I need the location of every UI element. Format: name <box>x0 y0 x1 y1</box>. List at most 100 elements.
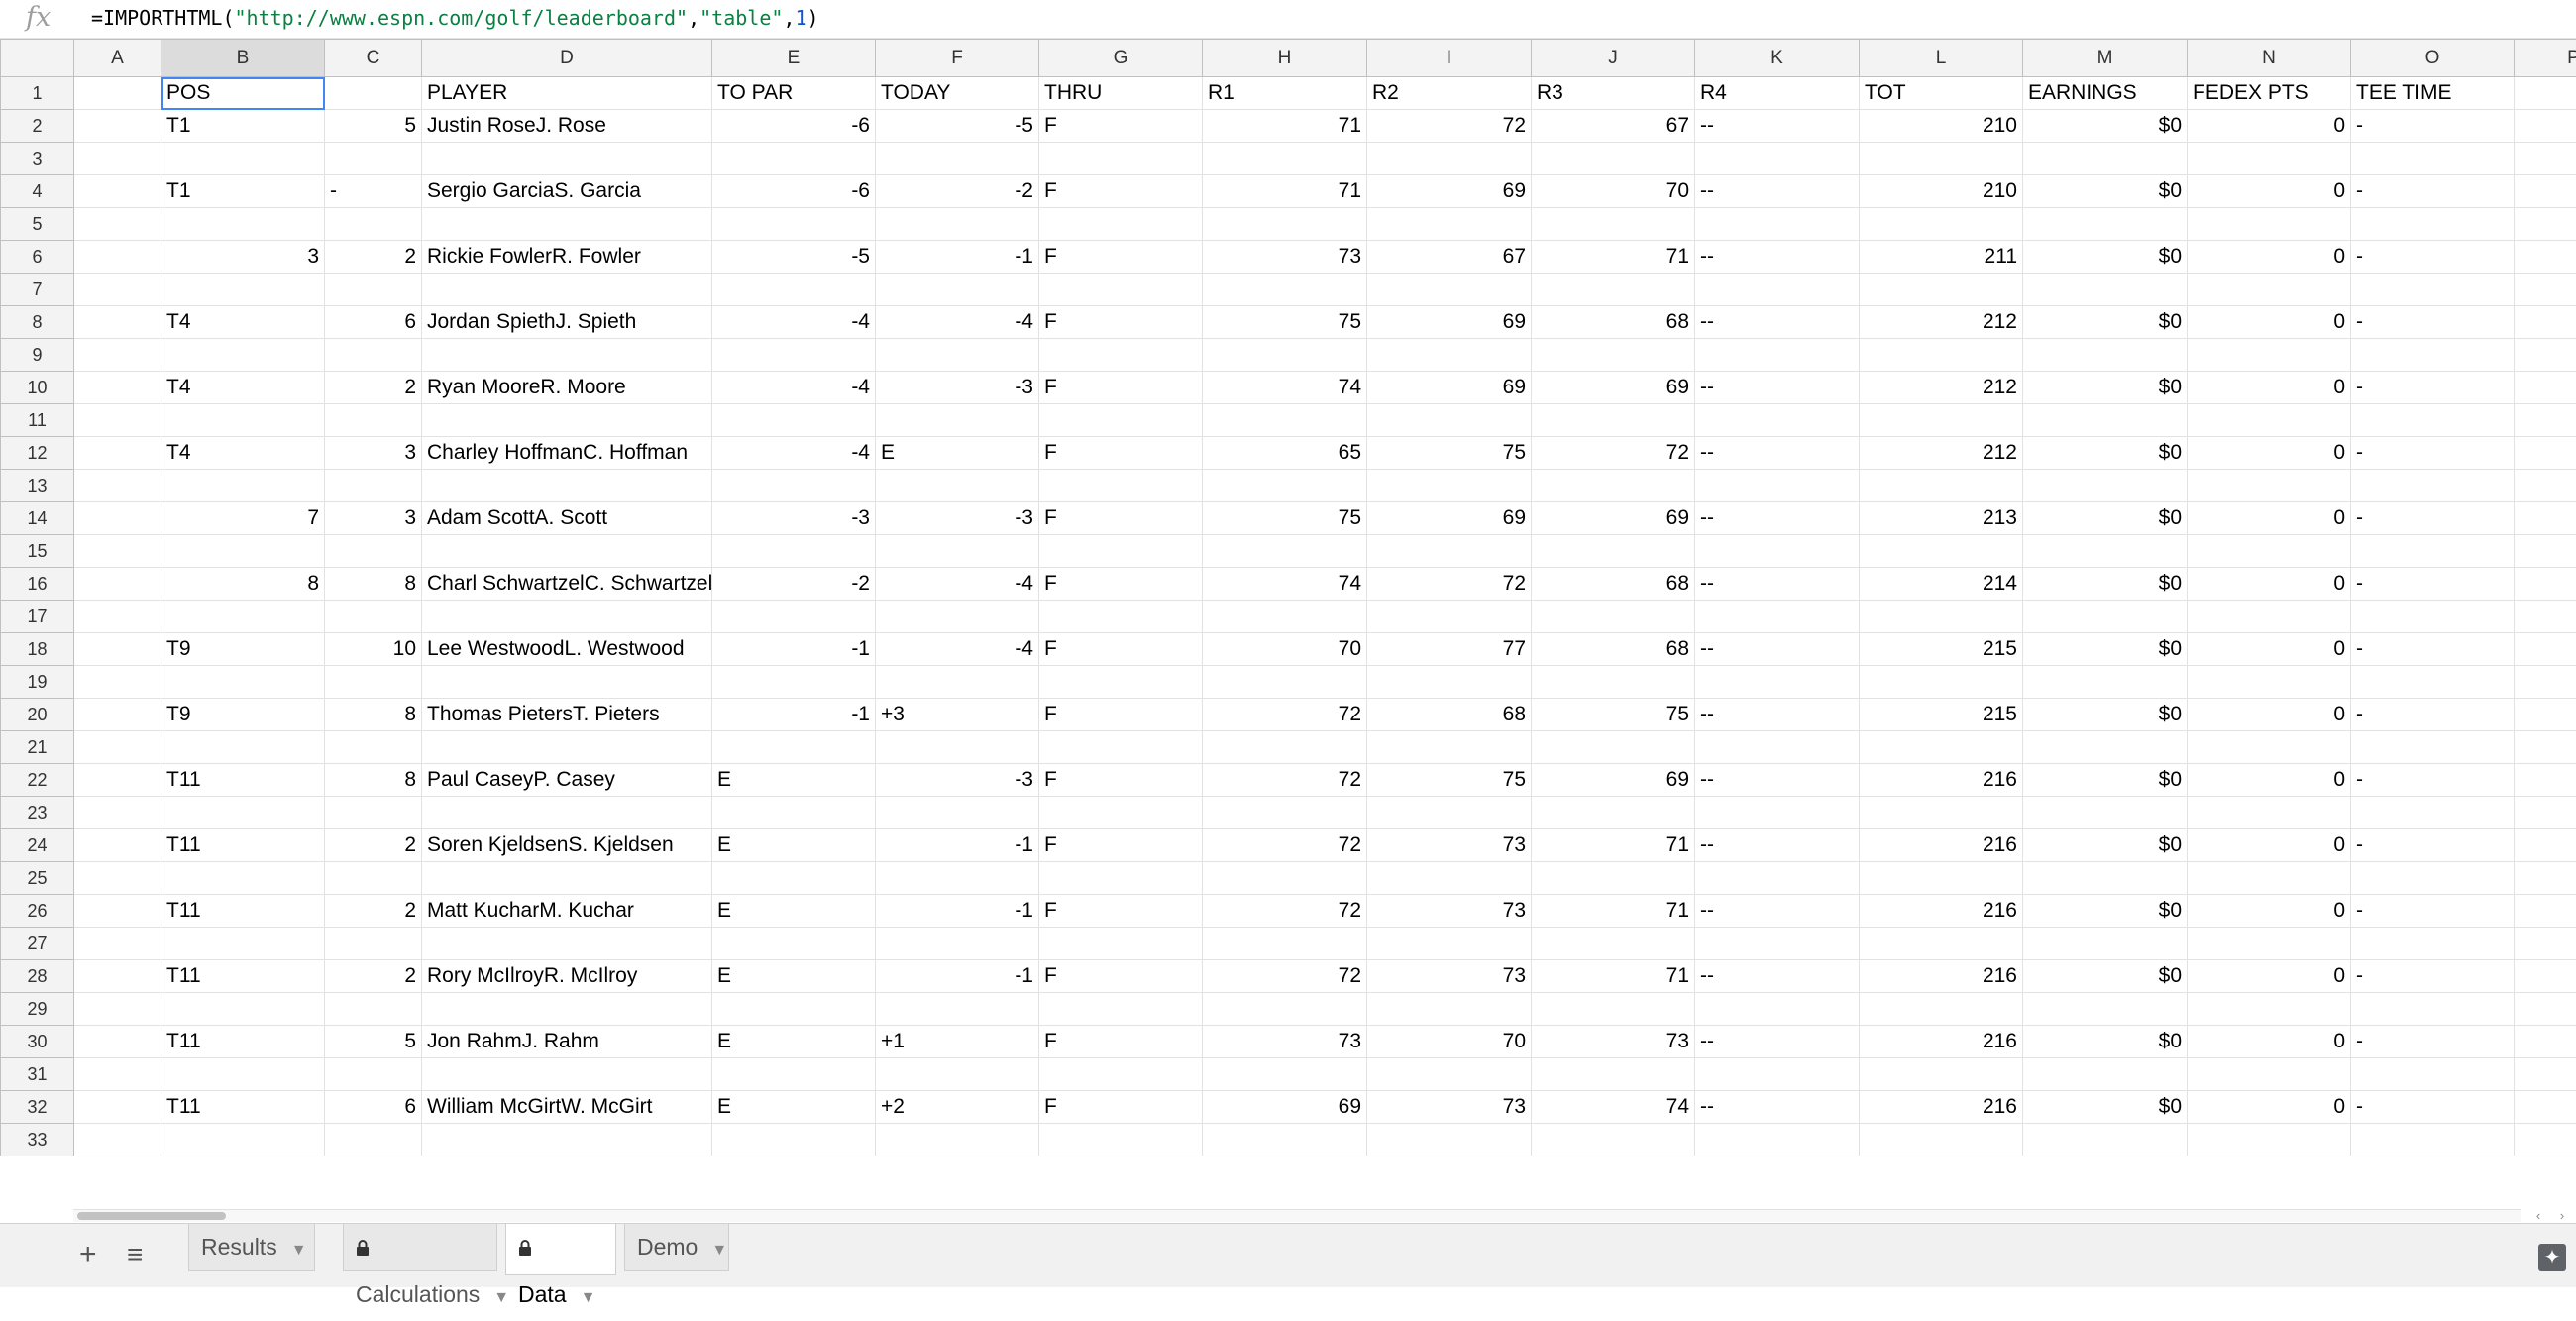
cell[interactable] <box>1039 470 1203 502</box>
cell[interactable] <box>325 404 422 437</box>
cell-earn[interactable]: $0 <box>2023 568 2188 601</box>
list-icon[interactable]: ≡ <box>127 1240 143 1269</box>
cell[interactable] <box>1367 731 1532 764</box>
cell-fedex[interactable]: 0 <box>2188 633 2351 666</box>
cell[interactable] <box>2515 306 2576 339</box>
cell[interactable] <box>2023 731 2188 764</box>
cell[interactable] <box>422 1124 712 1156</box>
cell[interactable] <box>422 143 712 175</box>
cell[interactable] <box>1695 993 1860 1026</box>
cell-thru[interactable]: F <box>1039 372 1203 404</box>
cell[interactable] <box>2515 993 2576 1026</box>
cell-name[interactable]: Lee WestwoodL. Westwood <box>422 633 712 666</box>
cell[interactable] <box>1203 470 1367 502</box>
cell[interactable] <box>712 535 876 568</box>
cell[interactable] <box>74 502 161 535</box>
cell-pos[interactable]: T1 <box>161 175 325 208</box>
cell[interactable] <box>1039 601 1203 633</box>
cell[interactable] <box>325 274 422 306</box>
cell[interactable] <box>2515 960 2576 993</box>
row-header[interactable]: 8 <box>1 306 74 339</box>
cell-r2[interactable]: 69 <box>1367 502 1532 535</box>
cell[interactable] <box>422 535 712 568</box>
cell-r1[interactable]: 75 <box>1203 306 1367 339</box>
column-header[interactable]: C <box>325 40 422 77</box>
column-header[interactable]: N <box>2188 40 2351 77</box>
column-header[interactable]: G <box>1039 40 1203 77</box>
cell[interactable] <box>74 143 161 175</box>
cell-mv[interactable]: 10 <box>325 633 422 666</box>
cell-r4[interactable]: -- <box>1695 306 1860 339</box>
cell-earn[interactable]: $0 <box>2023 1026 2188 1058</box>
cell[interactable] <box>1039 731 1203 764</box>
cell-earn[interactable]: $0 <box>2023 960 2188 993</box>
column-header[interactable]: K <box>1695 40 1860 77</box>
cell-topar[interactable]: E <box>712 960 876 993</box>
cell[interactable] <box>1860 928 2023 960</box>
cell-name[interactable]: Justin RoseJ. Rose <box>422 110 712 143</box>
cell[interactable] <box>325 993 422 1026</box>
row-header[interactable]: 33 <box>1 1124 74 1156</box>
cell-name[interactable]: Jordan SpiethJ. Spieth <box>422 306 712 339</box>
cell-today[interactable]: -1 <box>876 895 1039 928</box>
cell[interactable] <box>422 731 712 764</box>
cell-r1[interactable]: 65 <box>1203 437 1367 470</box>
cell[interactable] <box>2351 208 2515 241</box>
row-header[interactable]: 21 <box>1 731 74 764</box>
cell[interactable] <box>161 339 325 372</box>
cell[interactable] <box>2351 274 2515 306</box>
cell[interactable] <box>1039 862 1203 895</box>
cell-r4[interactable]: -- <box>1695 699 1860 731</box>
cell[interactable] <box>2515 1091 2576 1124</box>
cell[interactable] <box>876 274 1039 306</box>
cell-r4[interactable]: -- <box>1695 568 1860 601</box>
cell[interactable] <box>2515 535 2576 568</box>
cell-pos[interactable]: 3 <box>161 241 325 274</box>
cell[interactable] <box>2515 895 2576 928</box>
cell-tee[interactable]: - <box>2351 829 2515 862</box>
cell-earn[interactable]: $0 <box>2023 110 2188 143</box>
cell-r1[interactable]: 69 <box>1203 1091 1367 1124</box>
cell[interactable] <box>1203 928 1367 960</box>
cell-r1[interactable]: 74 <box>1203 568 1367 601</box>
cell[interactable] <box>1532 274 1695 306</box>
cell[interactable] <box>1532 928 1695 960</box>
cell[interactable] <box>1367 143 1532 175</box>
formula-bar[interactable]: fx =IMPORTHTML("http://www.espn.com/golf… <box>0 0 2576 39</box>
cell-r3[interactable]: 68 <box>1532 633 1695 666</box>
cell-mv[interactable]: 2 <box>325 895 422 928</box>
row-header[interactable]: 29 <box>1 993 74 1026</box>
row-header[interactable]: 17 <box>1 601 74 633</box>
cell[interactable] <box>2515 666 2576 699</box>
cell[interactable] <box>1039 208 1203 241</box>
cell-earn[interactable]: $0 <box>2023 437 2188 470</box>
cell-mv[interactable]: 8 <box>325 764 422 797</box>
cell-thru[interactable]: F <box>1039 110 1203 143</box>
cell[interactable] <box>422 993 712 1026</box>
scroll-right-arrow-icon[interactable]: › <box>2550 1209 2574 1223</box>
cell-thru[interactable]: F <box>1039 829 1203 862</box>
cell[interactable] <box>1860 993 2023 1026</box>
cell-tee[interactable]: - <box>2351 895 2515 928</box>
cell[interactable] <box>74 993 161 1026</box>
cell-r4[interactable]: -- <box>1695 372 1860 404</box>
cell[interactable] <box>2023 601 2188 633</box>
cell-r3[interactable]: 69 <box>1532 764 1695 797</box>
cell[interactable] <box>1203 143 1367 175</box>
cell[interactable] <box>74 470 161 502</box>
cell[interactable] <box>1695 274 1860 306</box>
cell-r1[interactable]: 71 <box>1203 110 1367 143</box>
cell[interactable] <box>161 862 325 895</box>
cell[interactable] <box>1203 404 1367 437</box>
cell-mv[interactable]: 8 <box>325 568 422 601</box>
cell-tee[interactable]: - <box>2351 568 2515 601</box>
cell[interactable] <box>1532 143 1695 175</box>
column-header[interactable]: E <box>712 40 876 77</box>
cell[interactable] <box>2515 502 2576 535</box>
column-header[interactable]: O <box>2351 40 2515 77</box>
header-cell[interactable]: TEE TIME <box>2351 77 2515 110</box>
cell[interactable] <box>2023 339 2188 372</box>
cell-tee[interactable]: - <box>2351 960 2515 993</box>
row-header[interactable]: 18 <box>1 633 74 666</box>
cell[interactable] <box>2515 633 2576 666</box>
